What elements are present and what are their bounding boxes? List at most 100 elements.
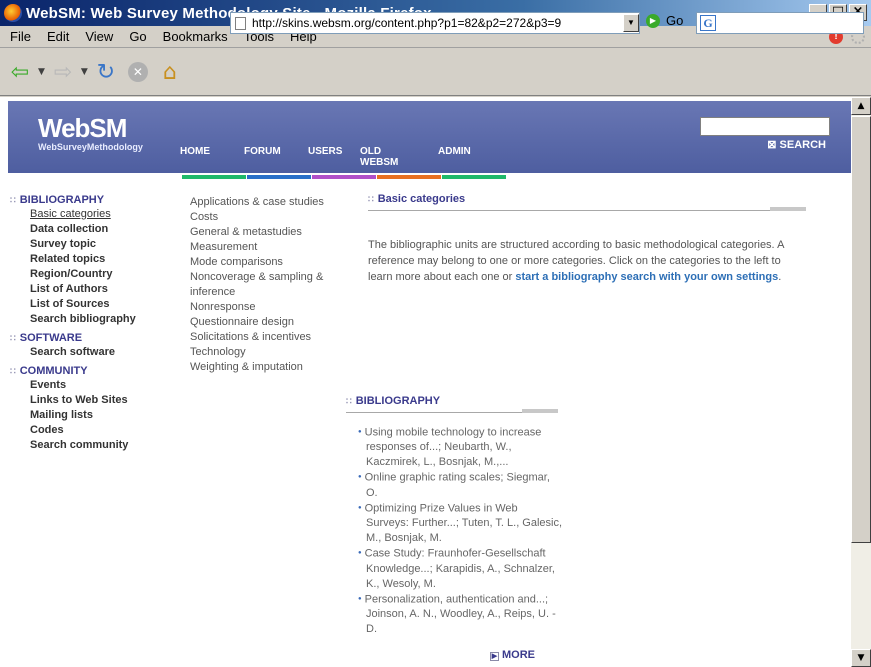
list-item[interactable]: Case Study: Fraunhofer-Gesellschaft Know…: [358, 546, 563, 591]
page-viewport: WebSM WebSurveyMethodology HOME FORUM US…: [0, 97, 851, 667]
category-item[interactable]: Noncoverage & sampling & inference: [190, 270, 340, 300]
intro-end: .: [778, 271, 782, 283]
category-item[interactable]: Measurement: [190, 240, 340, 255]
stop-button-wrap: ✕: [124, 58, 152, 86]
more-label: MORE: [502, 649, 535, 661]
nav-search-community[interactable]: Search community: [10, 438, 136, 453]
url-text[interactable]: http://skins.websm.org/content.php?p1=82…: [252, 16, 623, 30]
home-icon[interactable]: ⌂: [156, 58, 184, 86]
bullet-icon: ∷: [10, 333, 16, 343]
heading-accent: [770, 207, 806, 211]
bibliography-accent: [522, 409, 558, 413]
category-item[interactable]: Costs: [190, 210, 340, 225]
go-arrow-icon: ▶: [646, 13, 660, 28]
list-item[interactable]: Using mobile technology to increase resp…: [358, 425, 563, 470]
more-arrow-icon: ▶: [490, 652, 499, 661]
nav-data-collection[interactable]: Data collection: [10, 222, 136, 237]
nav-forum[interactable]: FORUM: [244, 146, 308, 168]
site-search-input[interactable]: [700, 117, 830, 136]
bibliography-list: Using mobile technology to increase resp…: [358, 425, 563, 637]
search-engine-box[interactable]: G: [696, 12, 864, 34]
back-dropdown-icon[interactable]: ▼: [38, 67, 45, 77]
back-arrow-icon[interactable]: ⇦: [6, 58, 34, 86]
nav-list-of-authors[interactable]: List of Authors: [10, 282, 136, 297]
go-button[interactable]: ▶ Go: [646, 13, 683, 28]
go-label: Go: [666, 13, 684, 28]
reload-icon[interactable]: ↻: [92, 58, 120, 86]
list-item[interactable]: Online graphic rating scales; Siegmar, O…: [358, 470, 563, 500]
navigation-toolbar: ⇦ ▼ ⇨ ▼ ↻ ✕ ⌂: [0, 49, 871, 96]
menu-edit[interactable]: Edit: [39, 29, 77, 44]
site-logo[interactable]: WebSM WebSurveyMethodology: [38, 113, 143, 152]
color-bar-5: [442, 175, 506, 179]
list-item[interactable]: Personalization, authentication and...; …: [358, 592, 563, 637]
menu-go[interactable]: Go: [121, 29, 154, 44]
nav-admin[interactable]: ADMIN: [438, 146, 498, 168]
logo-subtitle: WebSurveyMethodology: [38, 142, 143, 152]
google-icon[interactable]: G: [700, 15, 716, 31]
category-item[interactable]: Applications & case studies: [190, 195, 340, 210]
bibliography-heading: ∷ BIBLIOGRAPHY: [346, 395, 441, 407]
category-item[interactable]: Nonresponse: [190, 300, 340, 315]
nav-region-country[interactable]: Region/Country: [10, 267, 136, 282]
forward-dropdown-icon[interactable]: ▼: [81, 67, 88, 77]
scroll-up-icon[interactable]: ▲: [851, 97, 871, 115]
category-item[interactable]: Weighting & imputation: [190, 360, 340, 375]
menu-file[interactable]: File: [2, 29, 39, 44]
nav-basic-categories[interactable]: Basic categories: [10, 207, 136, 222]
vertical-scrollbar[interactable]: ▲ ▼: [851, 97, 871, 667]
nav-old-websm[interactable]: OLD WEBSM: [360, 146, 438, 168]
forward-arrow-icon[interactable]: ⇨: [49, 58, 77, 86]
search-label: SEARCH: [779, 139, 826, 151]
main-heading: ∷ Basic categories: [368, 193, 466, 205]
color-bar-4: [377, 175, 441, 179]
bullet-icon: ∷: [346, 396, 352, 406]
scroll-thumb[interactable]: [851, 116, 871, 543]
intro-text: The bibliographic units are structured a…: [368, 237, 806, 285]
category-item[interactable]: General & metastudies: [190, 225, 340, 240]
more-link[interactable]: ▶ MORE: [490, 649, 535, 661]
page-icon: [235, 16, 246, 30]
color-bars: [182, 175, 507, 179]
stop-icon[interactable]: ✕: [127, 62, 148, 82]
section-bibliography[interactable]: ∷ BIBLIOGRAPHY: [10, 193, 136, 207]
category-item[interactable]: Technology: [190, 345, 340, 360]
color-bar-1: [182, 175, 246, 179]
section-software[interactable]: ∷ SOFTWARE: [10, 331, 136, 345]
nav-search-bibliography[interactable]: Search bibliography: [10, 312, 136, 327]
category-item[interactable]: Solicitations & incentives: [190, 330, 340, 345]
logo-text: WebSM: [38, 113, 127, 143]
scroll-down-icon[interactable]: ▼: [851, 649, 871, 667]
search-arrow-icon: ⊠: [767, 139, 777, 151]
nav-home[interactable]: HOME: [180, 146, 244, 168]
nav-survey-topic[interactable]: Survey topic: [10, 237, 136, 252]
nav-events[interactable]: Events: [10, 378, 136, 393]
category-item[interactable]: Questionnaire design: [190, 315, 340, 330]
color-bar-3: [312, 175, 376, 179]
list-item[interactable]: Optimizing Prize Values in Web Surveys: …: [358, 501, 563, 546]
site-search-button[interactable]: ⊠ SEARCH: [767, 138, 826, 151]
category-list: Applications & case studies Costs Genera…: [190, 195, 340, 375]
menu-bookmarks[interactable]: Bookmarks: [155, 29, 236, 44]
firefox-icon: [4, 4, 22, 22]
nav-search-software[interactable]: Search software: [10, 345, 136, 360]
nav-mailing-lists[interactable]: Mailing lists: [10, 408, 136, 423]
nav-users[interactable]: USERS: [308, 146, 360, 168]
menu-view[interactable]: View: [77, 29, 121, 44]
bullet-icon: ∷: [10, 366, 16, 376]
bullet-icon: ∷: [10, 195, 16, 205]
left-nav: ∷ BIBLIOGRAPHY Basic categories Data coll…: [10, 193, 136, 453]
site-header: WebSM WebSurveyMethodology HOME FORUM US…: [8, 101, 851, 173]
nav-codes[interactable]: Codes: [10, 423, 136, 438]
nav-list-of-sources[interactable]: List of Sources: [10, 297, 136, 312]
url-dropdown-icon[interactable]: ▼: [623, 14, 639, 32]
section-community[interactable]: ∷ COMMUNITY: [10, 364, 136, 378]
nav-related-topics[interactable]: Related topics: [10, 252, 136, 267]
bullet-icon: ∷: [368, 194, 374, 204]
category-item[interactable]: Mode comparisons: [190, 255, 340, 270]
nav-links-to-web-sites[interactable]: Links to Web Sites: [10, 393, 136, 408]
address-bar[interactable]: http://skins.websm.org/content.php?p1=82…: [230, 12, 640, 34]
heading-divider: [368, 210, 806, 211]
top-nav: HOME FORUM USERS OLD WEBSM ADMIN: [180, 146, 498, 168]
bibliography-search-link[interactable]: start a bibliography search with your ow…: [515, 271, 778, 283]
